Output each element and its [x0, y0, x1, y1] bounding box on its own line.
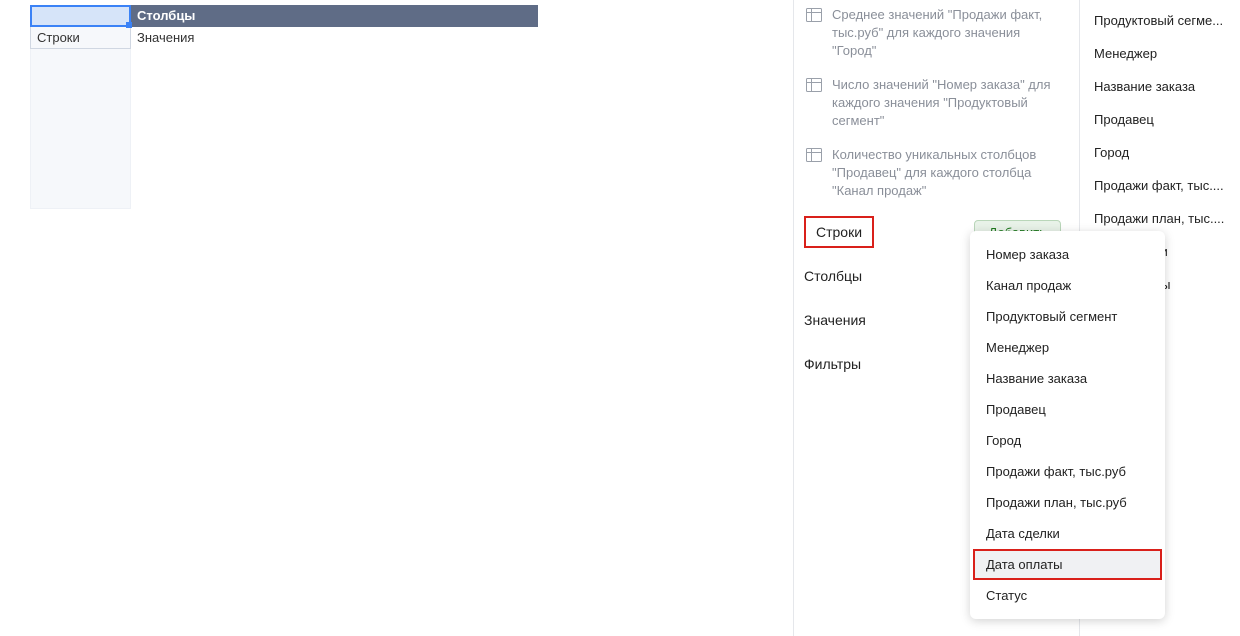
- field-item[interactable]: Продавец: [1080, 103, 1240, 136]
- dropdown-item-order-name[interactable]: Название заказа: [970, 363, 1165, 394]
- dropdown-item-sales-fact[interactable]: Продажи факт, тыс.руб: [970, 456, 1165, 487]
- dropdown-item-seller[interactable]: Продавец: [970, 394, 1165, 425]
- dropdown-item-payment-date[interactable]: Дата оплаты: [973, 549, 1162, 580]
- dropdown-item-sales-plan[interactable]: Продажи план, тыс.руб: [970, 487, 1165, 518]
- section-values-label: Значения: [804, 312, 866, 328]
- dropdown-item-city[interactable]: Город: [970, 425, 1165, 456]
- suggestion-item[interactable]: Среднее значений "Продажи факт, тыс.руб"…: [794, 0, 1073, 70]
- pivot-columns-header: Столбцы: [131, 5, 538, 27]
- section-rows-label: Строки: [804, 216, 874, 248]
- field-item[interactable]: Название заказа: [1080, 70, 1240, 103]
- suggestion-item[interactable]: Количество уникальных столбцов "Продавец…: [794, 140, 1073, 210]
- pivot-suggestion-icon: [806, 78, 822, 92]
- suggestion-text: Количество уникальных столбцов "Продавец…: [832, 146, 1061, 200]
- pivot-cell-selected[interactable]: [30, 5, 131, 27]
- dropdown-item-manager[interactable]: Менеджер: [970, 332, 1165, 363]
- section-filters-label: Фильтры: [804, 356, 861, 372]
- pivot-rows-label: Строки: [30, 27, 131, 49]
- dropdown-item-deal-date[interactable]: Дата сделки: [970, 518, 1165, 549]
- dropdown-item-product-segment[interactable]: Продуктовый сегмент: [970, 301, 1165, 332]
- dropdown-item-order-number[interactable]: Номер заказа: [970, 239, 1165, 270]
- add-rows-dropdown: Номер заказа Канал продаж Продуктовый се…: [970, 231, 1165, 619]
- suggestion-text: Число значений "Номер заказа" для каждог…: [832, 76, 1061, 130]
- suggestion-item[interactable]: Число значений "Номер заказа" для каждог…: [794, 70, 1073, 140]
- pivot-values-label: Значения: [131, 27, 538, 49]
- field-item[interactable]: Продажи факт, тыс....: [1080, 169, 1240, 202]
- pivot-preview: Столбцы Строки Значения: [30, 5, 538, 209]
- dropdown-item-status[interactable]: Статус: [970, 580, 1165, 611]
- field-item[interactable]: Менеджер: [1080, 37, 1240, 70]
- field-item[interactable]: Город: [1080, 136, 1240, 169]
- field-item[interactable]: Продуктовый сегме...: [1080, 4, 1240, 37]
- pivot-suggestion-icon: [806, 148, 822, 162]
- section-columns-label: Столбцы: [804, 268, 862, 284]
- pivot-suggestion-icon: [806, 8, 822, 22]
- suggestion-text: Среднее значений "Продажи факт, тыс.руб"…: [832, 6, 1061, 60]
- pivot-row-area: [30, 49, 131, 209]
- dropdown-item-sales-channel[interactable]: Канал продаж: [970, 270, 1165, 301]
